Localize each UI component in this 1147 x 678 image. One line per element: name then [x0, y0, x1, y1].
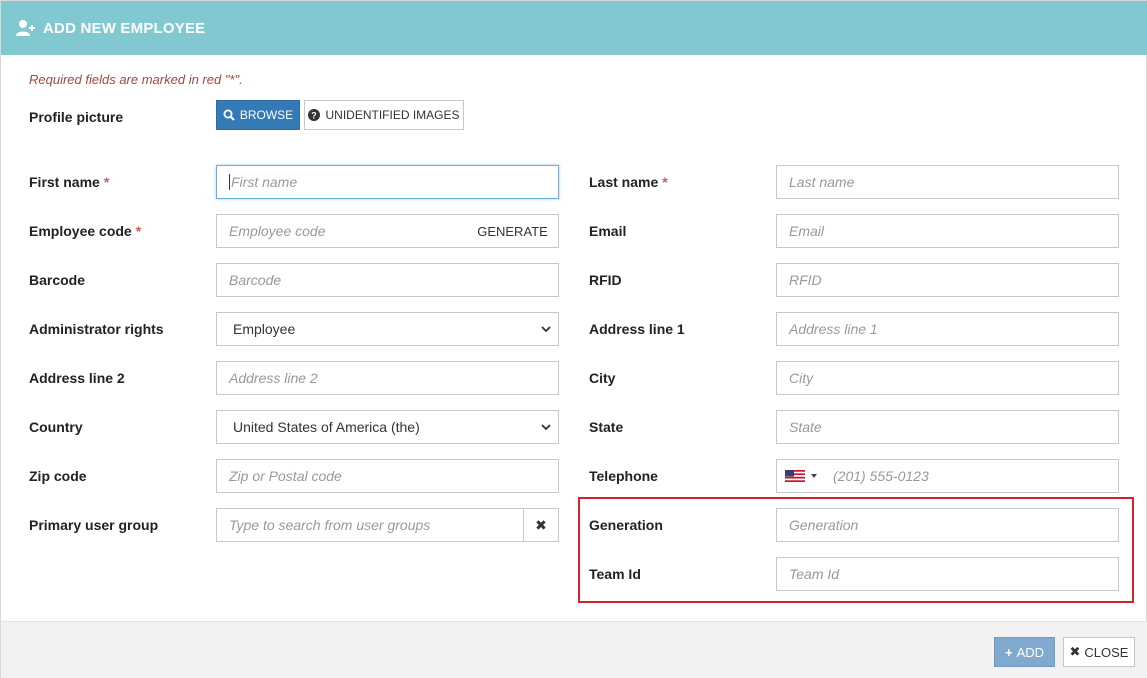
svg-text:?: ? [312, 111, 318, 121]
email-input[interactable]: Email [776, 214, 1119, 248]
rfid-input[interactable]: RFID [776, 263, 1119, 297]
question-circle-icon: ? [308, 109, 321, 121]
generate-button[interactable]: GENERATE [467, 214, 559, 248]
required-star: * [662, 174, 668, 190]
chevron-down-icon [541, 424, 551, 431]
search-icon [223, 109, 235, 121]
generation-label: Generation [589, 517, 663, 533]
close-button[interactable]: ✖ CLOSE [1063, 637, 1135, 667]
chevron-down-icon [541, 326, 551, 333]
country-code-dropdown[interactable] [785, 470, 817, 482]
generation-input[interactable]: Generation [776, 508, 1119, 542]
zip-code-input[interactable]: Zip or Postal code [216, 459, 559, 493]
dialog-title: ADD NEW EMPLOYEE [43, 19, 206, 37]
unidentified-images-button[interactable]: ? UNIDENTIFIED IMAGES [304, 100, 464, 130]
required-fields-note: Required fields are marked in red "*". [29, 72, 243, 87]
profile-picture-label: Profile picture [29, 109, 124, 125]
user-plus-icon [16, 20, 35, 36]
city-label: City [589, 370, 616, 386]
team-id-input[interactable]: Team Id [776, 557, 1119, 591]
barcode-label: Barcode [29, 272, 86, 288]
address-line-1-input[interactable]: Address line 1 [776, 312, 1119, 346]
admin-rights-select[interactable]: Employee [216, 312, 559, 346]
country-label: Country [29, 419, 83, 435]
last-name-input[interactable]: Last name [776, 165, 1119, 199]
user-group-search-input[interactable]: Type to search from user groups [216, 508, 524, 542]
dialog-footer [1, 621, 1147, 678]
zip-code-label: Zip code [29, 468, 87, 484]
plus-icon: + [1004, 644, 1013, 660]
address-line-2-input[interactable]: Address line 2 [216, 361, 559, 395]
dialog-header: ADD NEW EMPLOYEE [1, 1, 1147, 55]
text-caret [229, 174, 230, 190]
address-line-2-label: Address line 2 [29, 370, 125, 386]
primary-user-group-label: Primary user group [29, 517, 159, 533]
unidentified-images-label: UNIDENTIFIED IMAGES [325, 108, 460, 122]
state-input[interactable]: State [776, 410, 1119, 444]
add-employee-dialog: ADD NEW EMPLOYEE Required fields are mar… [0, 0, 1147, 678]
address-line-1-label: Address line 1 [589, 321, 685, 337]
first-name-label: First name * [29, 174, 110, 190]
country-select[interactable]: United States of America (the) [216, 410, 559, 444]
admin-rights-label: Administrator rights [29, 321, 164, 337]
browse-label: BROWSE [239, 108, 294, 122]
browse-button[interactable]: BROWSE [216, 100, 300, 130]
close-icon: ✖ [1069, 644, 1081, 659]
barcode-input[interactable]: Barcode [216, 263, 559, 297]
employee-code-label: Employee code * [29, 223, 142, 239]
email-label: Email [589, 223, 627, 239]
rfid-label: RFID [589, 272, 622, 288]
us-flag-icon [785, 470, 805, 482]
employee-code-input[interactable]: Employee code [216, 214, 468, 248]
telephone-input[interactable]: (201) 555-0123 [776, 459, 1119, 493]
last-name-label: Last name * [589, 174, 668, 190]
close-icon: ✖ [535, 516, 547, 533]
state-label: State [589, 419, 624, 435]
clear-user-group-button[interactable]: ✖ [523, 508, 559, 542]
city-input[interactable]: City [776, 361, 1119, 395]
telephone-label: Telephone [589, 468, 658, 484]
first-name-input[interactable]: First name [216, 165, 559, 199]
add-button[interactable]: + ADD [994, 637, 1055, 667]
required-star: * [135, 223, 142, 239]
team-id-label: Team Id [589, 566, 641, 582]
caret-down-icon [811, 474, 817, 478]
required-star: * [103, 174, 110, 190]
